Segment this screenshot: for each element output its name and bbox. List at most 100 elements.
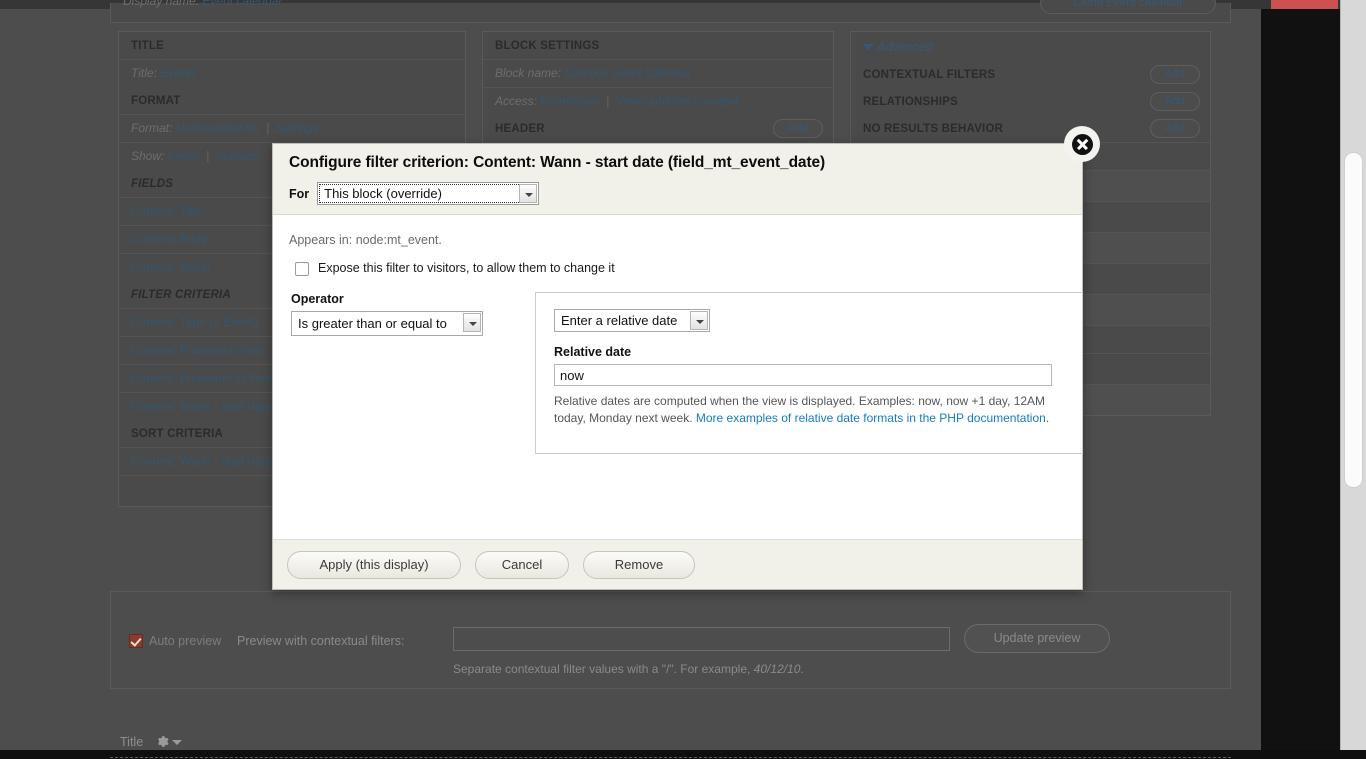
- section-title-heading: TITLE: [131, 40, 164, 52]
- for-label: For: [289, 186, 310, 201]
- display-name-row: Display name: Event calendar Clone Event…: [110, 0, 1231, 23]
- row-show-link[interactable]: Fields: [168, 149, 200, 163]
- row-title-label: Title:: [131, 66, 157, 80]
- help-example: 40/12/10: [753, 662, 801, 676]
- operator-block: Operator Is greater than or equal to: [287, 292, 521, 336]
- advanced-toggle[interactable]: Advanced: [851, 32, 1210, 61]
- expose-filter-checkbox[interactable]: [295, 262, 309, 276]
- operator-select[interactable]: Is greater than or equal to: [291, 311, 483, 336]
- row-title-link[interactable]: Events: [160, 66, 197, 80]
- relative-date-input[interactable]: [554, 364, 1052, 386]
- separator: |: [266, 121, 270, 135]
- help-suffix: .: [800, 662, 804, 676]
- value-mode-select-value: Enter a relative date: [561, 313, 678, 328]
- section-no-results-behavior-heading: NO RESULTS BEHAVIOR Add: [851, 115, 1210, 142]
- section-header-heading: HEADER Add: [483, 115, 833, 142]
- for-select[interactable]: This block (override): [317, 182, 540, 205]
- modal-footer: Apply (this display) Cancel Remove: [273, 539, 1082, 589]
- page-scrollbar[interactable]: [1340, 0, 1366, 750]
- add-contextual-filter-button[interactable]: Add: [1150, 65, 1200, 84]
- expose-filter-row[interactable]: Expose this filter to visitors, to allow…: [295, 261, 1068, 276]
- help-prefix: Separate contextual filter values with a…: [453, 662, 754, 676]
- row-show-settings-link[interactable]: Settings: [216, 149, 259, 163]
- apply-button[interactable]: Apply (this display): [287, 550, 461, 579]
- chevron-down-icon: [863, 44, 873, 50]
- relationships-label: RELATIONSHIPS: [863, 96, 959, 108]
- appears-in-text: Appears in: node:mt_event.: [289, 233, 442, 247]
- relative-date-help-period: .: [1045, 410, 1050, 425]
- row-access-permission-link[interactable]: Permission: [540, 94, 599, 108]
- page-right-dark-area: [1261, 9, 1340, 750]
- modal-header: Configure filter criterion: Content: Wan…: [273, 126, 1100, 215]
- add-no-results-button[interactable]: Add: [1150, 119, 1200, 138]
- chevron-down-icon[interactable]: [519, 184, 538, 203]
- contextual-filters-help: Separate contextual filter values with a…: [453, 662, 804, 676]
- row-block-name[interactable]: Block name: Campus event calendar: [483, 59, 833, 87]
- field-link-title[interactable]: Content: Title: [131, 204, 202, 218]
- contextual-filters-input[interactable]: [453, 627, 950, 651]
- relative-date-label: Relative date: [554, 345, 632, 359]
- filter-link-type[interactable]: Content: Type (= Event): [131, 315, 258, 329]
- row-format-link[interactable]: Unformatted list: [176, 121, 260, 135]
- row-access-view-published-link[interactable]: View published content: [616, 94, 739, 108]
- filter-fields-area: Operator Is greater than or equal to Ent…: [287, 292, 1083, 454]
- row-show-label: Show:: [131, 149, 165, 163]
- operator-select-value: Is greater than or equal to: [298, 316, 447, 331]
- for-row: For This block (override): [289, 182, 1066, 205]
- preview-title-strip: Title: [110, 709, 1231, 759]
- operator-label: Operator: [291, 292, 344, 306]
- section-format-heading: FORMAT: [131, 95, 181, 107]
- row-format-settings-link[interactable]: Settings: [276, 121, 319, 135]
- auto-preview-checkbox[interactable]: [129, 634, 143, 648]
- expose-filter-label: Expose this filter to visitors, to allow…: [318, 261, 615, 275]
- section-contextual-filters-heading: CONTEXTUAL FILTERS Add: [851, 61, 1210, 88]
- separator: |: [206, 149, 210, 163]
- section-block-settings-heading: BLOCK SETTINGS: [495, 40, 600, 52]
- configure-filter-modal: Configure filter criterion: Content: Wan…: [272, 126, 1100, 590]
- row-format-label: Format:: [131, 121, 173, 135]
- section-relationships-heading: RELATIONSHIPS Add: [851, 88, 1210, 115]
- field-link-wann[interactable]: Content: Wann: [131, 260, 211, 274]
- value-mode-select[interactable]: Enter a relative date: [554, 309, 710, 332]
- display-name-value-link[interactable]: Event calendar: [202, 0, 282, 8]
- row-block-name-label: Block name:: [495, 66, 562, 80]
- update-preview-button[interactable]: Update preview: [964, 624, 1110, 653]
- php-docs-link[interactable]: More examples of relative date formats i…: [696, 411, 1046, 425]
- row-block-name-link[interactable]: Campus event calendar: [564, 66, 691, 80]
- contextual-filters-label: Preview with contextual filters:: [237, 634, 405, 648]
- display-name-label: Display name: Event calendar: [123, 0, 282, 8]
- contextual-filters-label: CONTEXTUAL FILTERS: [863, 69, 996, 81]
- section-header-label: HEADER: [495, 123, 545, 135]
- add-header-button[interactable]: Add: [773, 119, 823, 138]
- chevron-down-icon[interactable]: [690, 311, 708, 330]
- separator: |: [606, 94, 610, 108]
- row-format[interactable]: Format: Unformatted list | Settings: [119, 114, 465, 142]
- red-accent-bar: [1271, 0, 1338, 9]
- cancel-button[interactable]: Cancel: [475, 550, 569, 579]
- chevron-down-icon[interactable]: [463, 313, 481, 332]
- gear-icon[interactable]: [156, 735, 169, 748]
- display-name-key: Display name:: [123, 0, 200, 8]
- preview-settings-bar: Auto preview Preview with contextual fil…: [110, 591, 1231, 689]
- chevron-down-icon[interactable]: [172, 740, 182, 745]
- row-title[interactable]: Title: Events: [119, 59, 465, 87]
- modal-body: Appears in: node:mt_event. Expose this f…: [273, 215, 1083, 583]
- clone-display-button[interactable]: Clone Event calendar: [1040, 0, 1216, 14]
- modal-title: Configure filter criterion: Content: Wan…: [289, 154, 826, 171]
- remove-button[interactable]: Remove: [583, 550, 695, 579]
- value-fieldset: Enter a relative date Relative date Rela…: [535, 292, 1083, 454]
- page-left-gutter: [0, 0, 110, 750]
- row-access[interactable]: Access: Permission | View published cont…: [483, 87, 833, 115]
- auto-preview-label: Auto preview: [149, 634, 222, 648]
- row-access-label: Access:: [495, 94, 538, 108]
- preview-title-label: Title: [120, 735, 144, 749]
- advanced-toggle-label: Advanced: [877, 40, 933, 54]
- scrollbar-thumb[interactable]: [1344, 152, 1363, 488]
- close-dialog-button[interactable]: [1064, 126, 1100, 162]
- divider: [110, 757, 1231, 758]
- no-results-behavior-label: NO RESULTS BEHAVIOR: [863, 123, 1004, 135]
- filter-link-published[interactable]: Content: Published (Yes): [131, 343, 263, 357]
- relative-date-help: Relative dates are computed when the vie…: [554, 393, 1064, 426]
- add-relationship-button[interactable]: Add: [1150, 92, 1200, 111]
- field-link-body[interactable]: Content: Body: [131, 232, 207, 246]
